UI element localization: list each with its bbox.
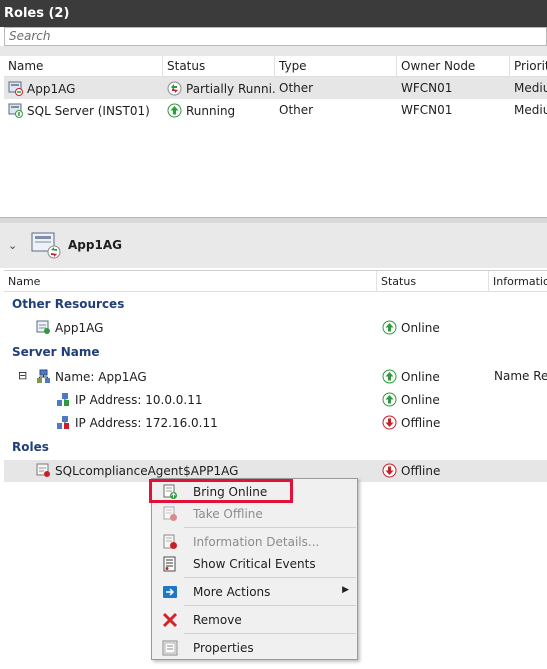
- collapse-tree-icon[interactable]: ⊟: [18, 369, 27, 382]
- online-status-icon: [382, 369, 397, 384]
- network-name-icon: [36, 369, 51, 384]
- take-offline-icon: [162, 506, 178, 522]
- menu-item-more-actions[interactable]: More Actions ▶: [152, 581, 357, 603]
- roles-grid-empty-area: [4, 121, 547, 217]
- role-row-app1ag[interactable]: App1AG Partially Runni... Other WFCN01 M…: [4, 77, 547, 99]
- resource-information: Name Res: [494, 369, 547, 383]
- detail-panel-title: App1AG: [68, 238, 122, 252]
- roles-grid-header: Name Status Type Owner Node Priority: [4, 56, 547, 77]
- resource-row-ip-172-16-0-11[interactable]: IP Address: 172.16.0.11 Offline: [4, 412, 547, 434]
- menu-item-take-offline[interactable]: Take Offline: [152, 503, 357, 525]
- column-header-name[interactable]: Name: [4, 271, 377, 292]
- roles-search-input[interactable]: Search: [4, 27, 547, 46]
- column-header-owner-node[interactable]: Owner Node: [397, 56, 510, 77]
- submenu-arrow-icon: ▶: [342, 585, 349, 595]
- column-header-status[interactable]: Status: [377, 271, 489, 292]
- offline-status-icon: [382, 415, 397, 430]
- role-icon: [8, 103, 23, 118]
- column-header-status[interactable]: Status: [163, 56, 275, 77]
- resource-name: App1AG: [55, 321, 104, 335]
- context-menu: Bring Online Take Offline Information De…: [151, 478, 358, 660]
- group-header-other-resources: Other Resources: [12, 297, 125, 311]
- resource-row-ip-10-0-0-11[interactable]: IP Address: 10.0.0.11 Online: [4, 389, 547, 411]
- menu-item-label: Show Critical Events: [193, 557, 316, 571]
- resource-icon: [36, 320, 51, 335]
- roles-panel-title: Roles (2): [0, 0, 547, 27]
- menu-item-properties[interactable]: Properties: [152, 637, 357, 659]
- role-type: Other: [279, 81, 314, 95]
- annotation-highlight-box: [149, 479, 293, 503]
- menu-item-label: More Actions: [193, 585, 271, 599]
- resource-status: Online: [401, 321, 440, 335]
- group-header-server-name: Server Name: [12, 345, 100, 359]
- role-icon: [8, 81, 23, 96]
- menu-separator: [184, 577, 356, 578]
- role-owner-node: WFCN01: [401, 81, 453, 95]
- role-large-icon: [30, 231, 64, 261]
- menu-item-label: Remove: [193, 613, 242, 627]
- resource-name: IP Address: 10.0.0.11: [75, 393, 203, 407]
- column-header-priority[interactable]: Priority: [510, 56, 547, 77]
- partial-running-icon: [167, 81, 182, 96]
- role-status: Partially Runni...: [186, 82, 275, 96]
- menu-item-remove[interactable]: Remove: [152, 609, 357, 631]
- resource-status: Offline: [401, 416, 441, 430]
- resource-row-app1ag[interactable]: App1AG Online: [4, 317, 547, 339]
- role-row-sql-server[interactable]: SQL Server (INST01) Running Other WFCN01…: [4, 99, 547, 121]
- column-header-information[interactable]: Information: [489, 271, 547, 292]
- online-status-icon: [382, 320, 397, 335]
- offline-status-icon: [382, 463, 397, 478]
- collapse-chevron-icon[interactable]: ⌄: [8, 239, 17, 252]
- role-name: App1AG: [27, 82, 76, 96]
- more-actions-icon: [162, 584, 178, 600]
- menu-separator: [184, 633, 356, 634]
- column-header-name[interactable]: Name: [4, 56, 163, 77]
- role-owner-node: WFCN01: [401, 103, 453, 117]
- critical-events-icon: [162, 556, 178, 572]
- ip-address-icon: [56, 415, 71, 430]
- roles-toolbar-band: [0, 46, 547, 56]
- menu-separator: [184, 527, 356, 528]
- resources-grid-header: Name Status Information: [4, 270, 547, 292]
- remove-icon: [162, 612, 178, 628]
- detail-panel-header: ⌄ App1AG: [0, 223, 547, 268]
- menu-item-label: Take Offline: [193, 507, 263, 521]
- menu-item-label: Properties: [193, 641, 254, 655]
- group-header-roles: Roles: [12, 440, 49, 454]
- resource-row-name-app1ag[interactable]: ⊟ Name: App1AG Online Name Res: [4, 366, 547, 388]
- resource-name: IP Address: 172.16.0.11: [75, 416, 218, 430]
- menu-item-show-critical-events[interactable]: Show Critical Events: [152, 553, 357, 575]
- role-priority: Medium: [514, 103, 547, 117]
- resource-name: SQLcomplianceAgent$APP1AG: [55, 464, 239, 478]
- menu-item-information-details[interactable]: Information Details...: [152, 531, 357, 553]
- ip-address-icon: [56, 392, 71, 407]
- role-type: Other: [279, 103, 314, 117]
- resource-status: Online: [401, 393, 440, 407]
- running-icon: [167, 103, 182, 118]
- menu-separator: [184, 605, 356, 606]
- resource-name: Name: App1AG: [55, 370, 147, 384]
- resource-status: Offline: [401, 464, 441, 478]
- generic-service-icon: [36, 463, 51, 478]
- role-status: Running: [186, 104, 236, 118]
- column-header-type[interactable]: Type: [275, 56, 397, 77]
- menu-item-label: Information Details...: [193, 535, 320, 549]
- role-name: SQL Server (INST01): [27, 104, 150, 118]
- role-priority: Medium: [514, 81, 547, 95]
- properties-icon: [162, 640, 178, 656]
- resource-status: Online: [401, 370, 440, 384]
- online-status-icon: [382, 392, 397, 407]
- information-details-icon: [162, 534, 178, 550]
